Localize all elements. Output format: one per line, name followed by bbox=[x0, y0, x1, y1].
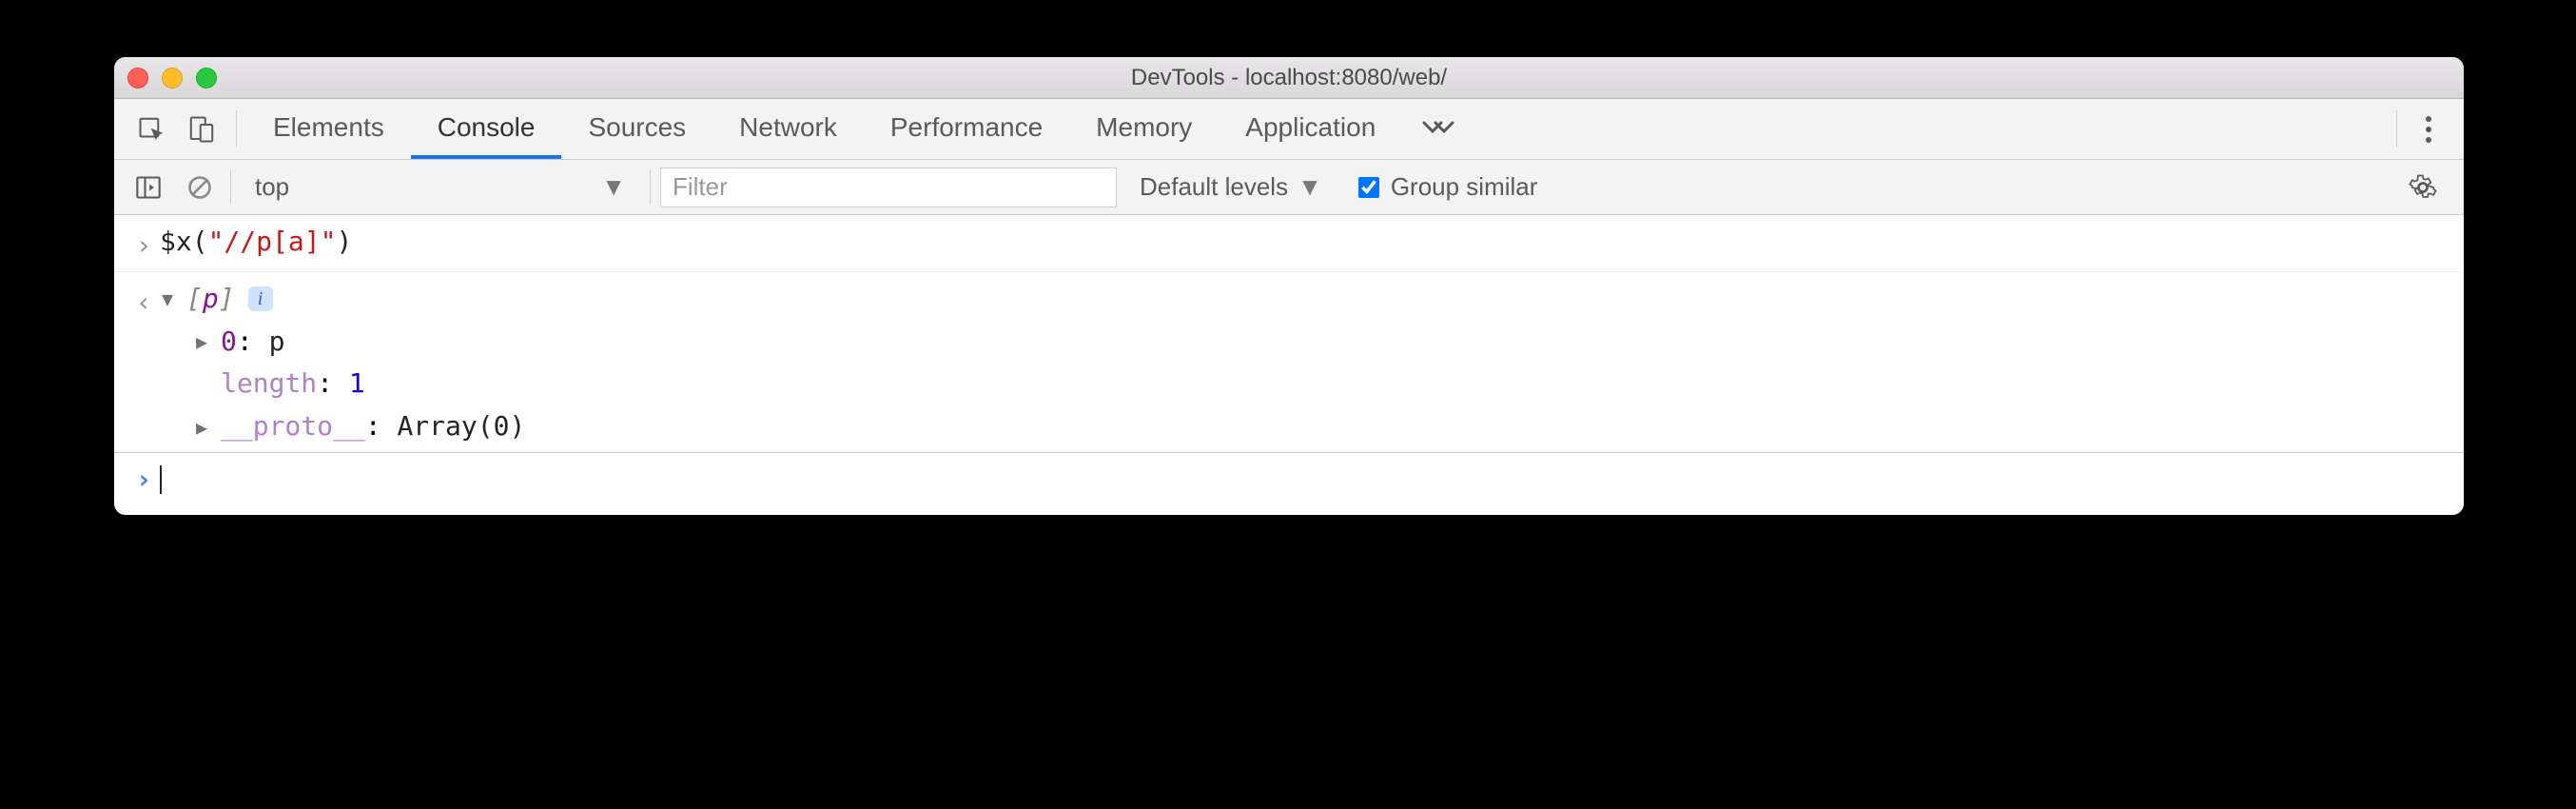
divider bbox=[236, 110, 237, 148]
more-tabs-icon[interactable] bbox=[1402, 99, 1474, 159]
devtools-window: DevTools - localhost:8080/web/ Elements … bbox=[114, 57, 2464, 515]
prop-val: 1 bbox=[349, 367, 365, 399]
output-tree: [p] i 0: p length: 1 __proto__: bbox=[160, 276, 2450, 448]
prop-val: p bbox=[269, 326, 285, 357]
minimize-window-button[interactable] bbox=[162, 68, 183, 89]
tab-sources[interactable]: Sources bbox=[561, 99, 712, 159]
console-prompt[interactable]: › bbox=[114, 453, 2464, 515]
tabbar: Elements Console Sources Network Perform… bbox=[114, 99, 2464, 160]
tab-memory[interactable]: Memory bbox=[1069, 99, 1219, 159]
bracket-open: [ bbox=[186, 283, 203, 314]
code-paren: ) bbox=[336, 226, 352, 257]
array-index-row[interactable]: 0: p bbox=[196, 321, 2450, 364]
maximize-window-button[interactable] bbox=[196, 68, 217, 89]
code-string: "//p[a]" bbox=[208, 226, 337, 257]
clear-console-icon[interactable] bbox=[179, 167, 221, 208]
titlebar: DevTools - localhost:8080/web/ bbox=[114, 57, 2464, 99]
prompt-caret-icon: › bbox=[127, 459, 160, 502]
console-body: › $x("//p[a]") ‹ [p] i 0: p bbox=[114, 215, 2464, 515]
prop-val: Array(0) bbox=[397, 410, 525, 442]
array-proto-row[interactable]: __proto__: Array(0) bbox=[196, 405, 2450, 448]
traffic-lights bbox=[127, 68, 217, 89]
tabs: Elements Console Sources Network Perform… bbox=[246, 99, 1402, 159]
array-children: 0: p length: 1 __proto__: Array(0) bbox=[162, 321, 2450, 448]
inspect-element-icon[interactable] bbox=[127, 99, 177, 159]
bracket-close: ] bbox=[219, 283, 235, 314]
execution-context-select[interactable]: top ▼ bbox=[241, 168, 640, 207]
array-item: p bbox=[203, 283, 219, 314]
tab-console[interactable]: Console bbox=[411, 99, 562, 159]
code-paren: ( bbox=[192, 226, 208, 257]
divider bbox=[2396, 110, 2397, 148]
device-toolbar-icon[interactable] bbox=[177, 99, 226, 159]
filter-input[interactable] bbox=[660, 168, 1117, 207]
disclosure-triangle-icon[interactable] bbox=[196, 326, 213, 357]
array-summary[interactable]: [p] i bbox=[162, 278, 2450, 321]
levels-label: Default levels bbox=[1140, 172, 1288, 202]
tab-performance[interactable]: Performance bbox=[864, 99, 1069, 159]
output-indicator-icon: ‹ bbox=[127, 276, 160, 325]
divider bbox=[230, 170, 231, 205]
tab-application[interactable]: Application bbox=[1219, 99, 1402, 159]
console-input-echo: › $x("//p[a]") bbox=[114, 215, 2464, 272]
group-similar-toggle[interactable]: Group similar bbox=[1345, 172, 1551, 202]
console-settings-icon[interactable] bbox=[2395, 173, 2450, 202]
chevron-down-icon: ▼ bbox=[601, 172, 626, 202]
context-value: top bbox=[255, 172, 289, 202]
prop-key: 0 bbox=[221, 326, 237, 357]
disclosure-triangle-icon[interactable] bbox=[196, 412, 213, 443]
disclosure-triangle-icon[interactable] bbox=[162, 284, 179, 314]
input-indicator-icon: › bbox=[127, 219, 160, 267]
info-badge-icon[interactable]: i bbox=[248, 286, 273, 311]
toggle-sidebar-icon[interactable] bbox=[127, 167, 169, 208]
close-window-button[interactable] bbox=[127, 68, 148, 89]
text-cursor bbox=[160, 465, 162, 494]
chevron-down-icon: ▼ bbox=[1298, 172, 1322, 202]
tab-elements[interactable]: Elements bbox=[246, 99, 411, 159]
code-fn: $x bbox=[160, 226, 192, 257]
tab-network[interactable]: Network bbox=[712, 99, 864, 159]
divider bbox=[650, 170, 651, 205]
group-similar-label: Group similar bbox=[1391, 172, 1538, 202]
console-output: ‹ [p] i 0: p length: 1 bbox=[114, 272, 2464, 453]
settings-menu-icon[interactable] bbox=[2407, 99, 2450, 159]
prop-key: __proto__ bbox=[221, 410, 365, 442]
window-title: DevTools - localhost:8080/web/ bbox=[114, 65, 2464, 91]
log-levels-select[interactable]: Default levels ▼ bbox=[1126, 172, 1336, 202]
console-toolbar: top ▼ Default levels ▼ Group similar bbox=[114, 160, 2464, 215]
input-code: $x("//p[a]") bbox=[160, 219, 2450, 264]
array-length-row: length: 1 bbox=[196, 363, 2450, 405]
group-similar-checkbox[interactable] bbox=[1358, 177, 1379, 198]
prop-key: length bbox=[221, 367, 317, 399]
